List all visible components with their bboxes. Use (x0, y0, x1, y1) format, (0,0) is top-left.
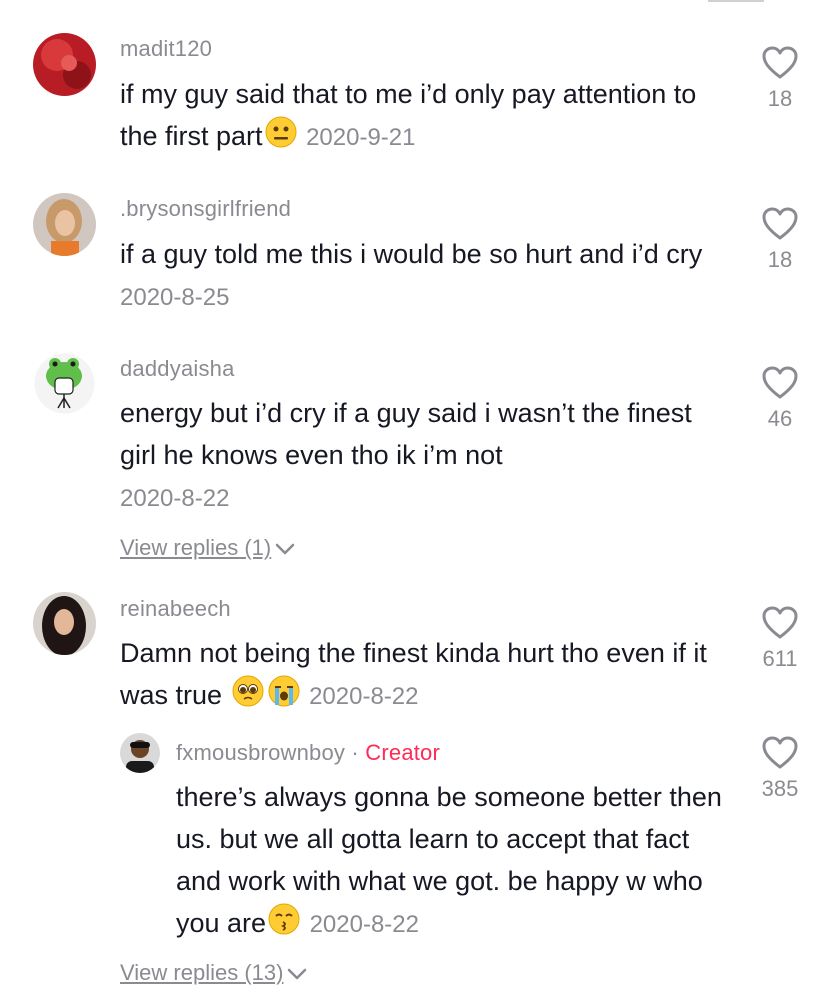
heart-outline-icon (762, 366, 798, 399)
creator-badge: Creator (365, 740, 441, 765)
separator-dot: · (351, 740, 359, 765)
reply-text: there’s always gonna be someone better t… (176, 776, 736, 947)
comment-text: Damn not being the finest kinda hurt tho… (120, 632, 730, 719)
reply-username[interactable]: fxmousbrownboy (176, 740, 345, 765)
like-count: 46 (767, 406, 793, 431)
comment-text: if a guy told me this i would be so hurt… (120, 233, 730, 319)
avatar[interactable] (120, 733, 160, 773)
crying-face-emoji-icon (268, 675, 300, 719)
comment-date: 2020-8-22 (120, 485, 230, 512)
avatar[interactable] (33, 352, 96, 415)
like-count: 18 (767, 247, 793, 272)
avatar[interactable] (33, 592, 96, 655)
chevron-down-icon (275, 543, 295, 555)
pleading-face-emoji-icon (232, 675, 264, 719)
comment-body: energy but i’d cry if a guy said i wasn’… (120, 398, 692, 470)
like-button[interactable]: 385 (748, 736, 812, 802)
like-count: 611 (762, 646, 798, 671)
comment-username[interactable]: madit120 (120, 36, 212, 62)
comment-date: 2020-9-21 (306, 124, 416, 151)
comment-username[interactable]: .brysonsgirlfriend (120, 196, 291, 222)
heart-outline-icon (762, 207, 798, 240)
avatar[interactable] (33, 193, 96, 256)
comment-username[interactable]: daddyaisha (120, 356, 235, 382)
heart-outline-icon (762, 606, 798, 639)
like-count: 385 (761, 776, 799, 801)
scroll-indicator (708, 0, 764, 2)
like-button[interactable]: 46 (748, 366, 812, 432)
view-replies-label: View replies (13) (120, 960, 284, 985)
heart-outline-icon (762, 736, 798, 769)
reply-date: 2020-8-22 (309, 911, 419, 938)
comment-text: if my guy said that to me i’d only pay a… (120, 73, 730, 160)
chevron-down-icon (288, 968, 307, 980)
comment-text: energy but i’d cry if a guy said i wasn’… (120, 392, 730, 520)
view-replies-label: View replies (1) (120, 535, 272, 560)
view-replies-link[interactable]: View replies (1) (120, 535, 295, 561)
like-count: 18 (767, 86, 793, 111)
reply-body: there’s always gonna be someone better t… (176, 782, 722, 938)
kissing-face-emoji-icon (268, 903, 300, 947)
like-button[interactable]: 18 (748, 46, 812, 112)
view-replies-link[interactable]: View replies (13) (120, 960, 307, 986)
comment-date: 2020-8-25 (120, 284, 230, 311)
avatar[interactable] (33, 33, 96, 96)
like-button[interactable]: 611 (748, 606, 812, 672)
neutral-face-emoji-icon (265, 116, 297, 160)
like-button[interactable]: 18 (748, 207, 812, 273)
comment-body: if a guy told me this i would be so hurt… (120, 239, 703, 269)
comment-date: 2020-8-22 (309, 683, 419, 710)
heart-outline-icon (762, 46, 798, 79)
comment-username[interactable]: reinabeech (120, 596, 231, 622)
reply-username-row: fxmousbrownboy · Creator (176, 740, 440, 766)
